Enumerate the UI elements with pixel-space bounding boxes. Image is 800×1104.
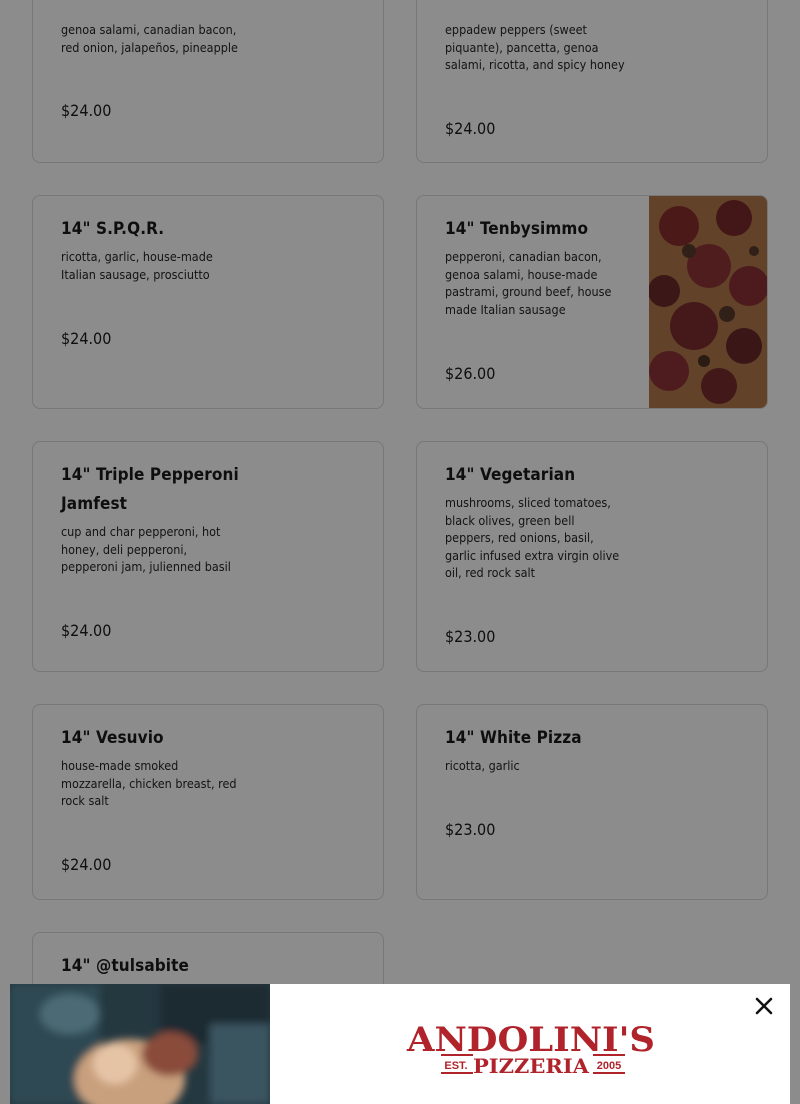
promo-modal: ANDOLINI'S EST. PIZZERIA 2005 [10, 984, 790, 1104]
promo-photo-image [10, 984, 270, 1104]
promo-photo [10, 984, 270, 1104]
logo-est: EST. [444, 1060, 467, 1072]
andolinis-logo: ANDOLINI'S EST. PIZZERIA 2005 [406, 1020, 655, 1078]
close-icon [755, 997, 773, 1015]
modal-backdrop[interactable] [0, 0, 800, 1104]
logo-year: 2005 [597, 1060, 621, 1072]
close-button[interactable] [752, 994, 776, 1018]
logo-subtitle: PIZZERIA [473, 1054, 589, 1078]
